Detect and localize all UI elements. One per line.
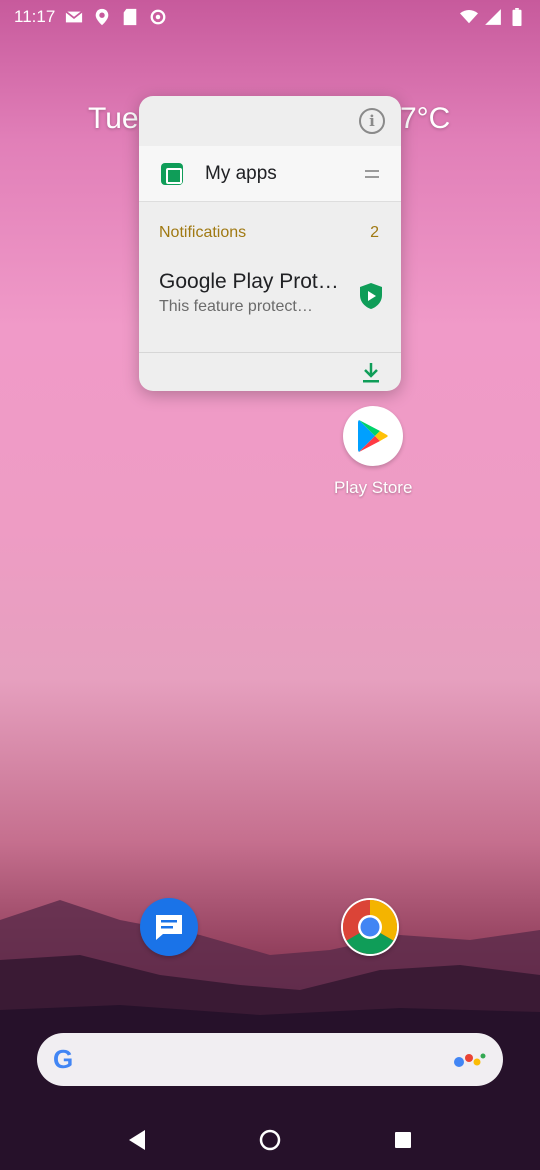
google-g-icon: G — [53, 1044, 74, 1074]
download-icon — [363, 363, 379, 383]
gmail-icon — [65, 10, 83, 23]
sd-card-icon — [123, 8, 137, 26]
chrome-icon — [341, 898, 399, 956]
status-bar: 11:17 — [0, 0, 540, 34]
google-search-bar[interactable]: G — [37, 1033, 503, 1086]
shortcut-label: My apps — [205, 162, 277, 184]
app-messages[interactable] — [140, 898, 198, 956]
shortcut-my-apps[interactable]: My apps — [139, 146, 401, 202]
clock: 11:17 — [14, 7, 56, 26]
back-button[interactable] — [117, 1120, 157, 1160]
signal-icon — [485, 9, 501, 25]
notification-title: Google Play Prot… — [159, 270, 339, 293]
play-protect-shield-icon — [360, 283, 382, 309]
recents-icon — [395, 1132, 412, 1148]
notifications-count: 2 — [370, 224, 379, 241]
location-icon — [95, 8, 109, 26]
messages-icon — [140, 898, 198, 956]
play-store-label: Play Store — [334, 478, 413, 497]
google-assistant-icon[interactable] — [453, 1050, 487, 1070]
home-button[interactable] — [250, 1120, 290, 1160]
wifi-icon — [460, 10, 478, 24]
notification-item[interactable]: Google Play Prot… This feature protect… — [139, 242, 401, 316]
sync-icon — [150, 9, 166, 25]
notifications-label: Notifications — [159, 224, 247, 241]
divider — [139, 352, 401, 353]
back-icon — [128, 1130, 145, 1150]
popup-header: i — [139, 96, 401, 146]
app-play-store[interactable]: Play Store — [334, 406, 412, 498]
navigation-bar — [0, 1110, 540, 1170]
battery-icon — [512, 8, 522, 26]
date-widget[interactable]: Tue — [88, 102, 139, 136]
drag-handle-icon[interactable] — [365, 170, 379, 178]
home-icon — [259, 1129, 281, 1151]
my-apps-icon — [161, 162, 183, 185]
play-store-icon — [343, 406, 404, 466]
notifications-header: Notifications 2 — [139, 202, 401, 242]
recents-button[interactable] — [383, 1120, 423, 1160]
app-shortcuts-popup: i My apps Notifications 2 Google Play Pr… — [139, 96, 401, 391]
app-info-icon[interactable]: i — [359, 108, 385, 134]
weather-widget[interactable]: 7°C — [400, 102, 450, 136]
app-chrome[interactable] — [341, 898, 399, 956]
notification-text: This feature protect… — [159, 298, 313, 315]
